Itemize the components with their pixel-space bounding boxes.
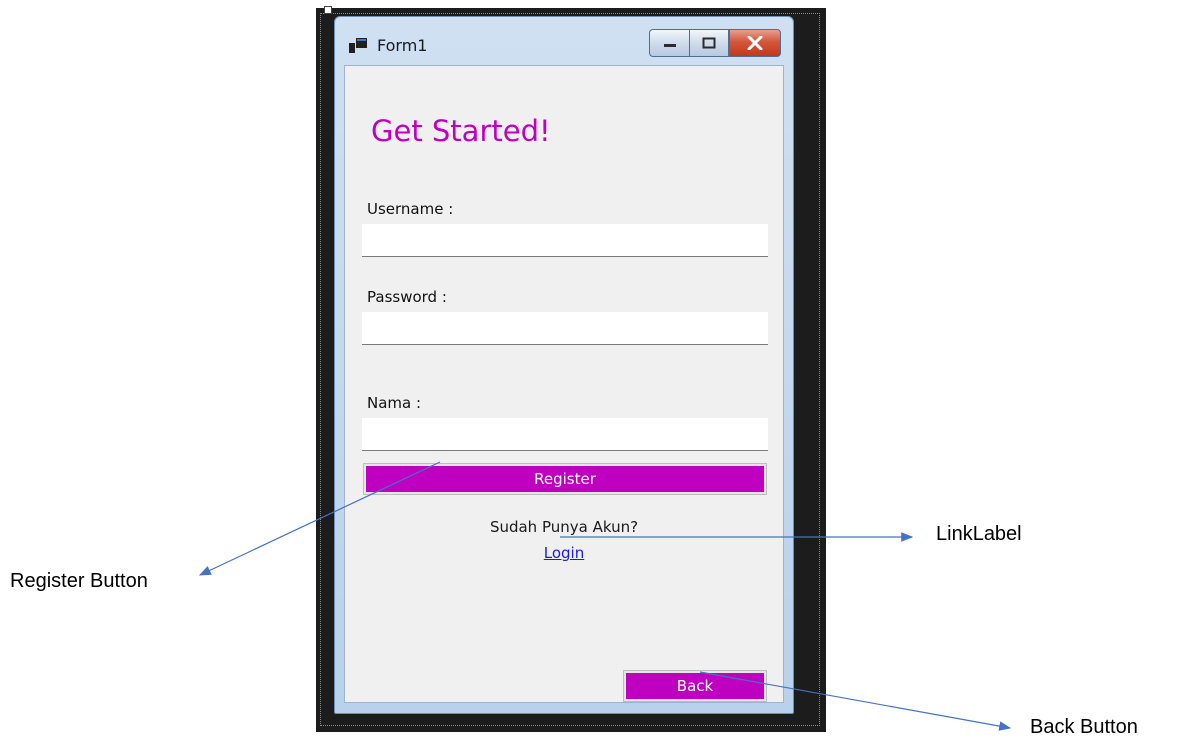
back-button-annotation: Back Button	[1030, 716, 1138, 738]
linklabel-annotation: LinkLabel	[936, 523, 1022, 545]
register-arrow	[198, 461, 441, 576]
annotation-arrows	[198, 461, 1012, 731]
register-button-annotation: Register Button	[10, 570, 148, 592]
stage: Form1 Get Started! Username: Password:…	[0, 0, 1188, 740]
back-arrow	[699, 671, 1012, 731]
